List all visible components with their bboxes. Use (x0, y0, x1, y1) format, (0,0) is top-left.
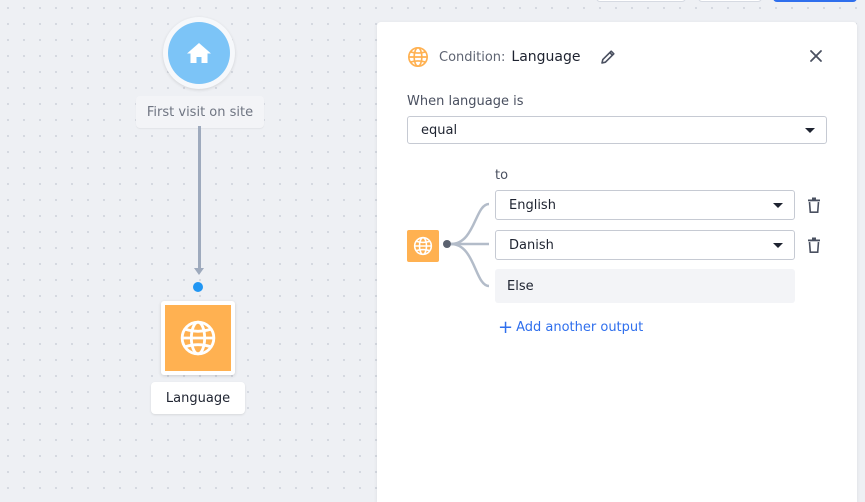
to-label: to (495, 168, 509, 183)
branch-language-icon (407, 230, 439, 262)
language-node-tile (165, 305, 231, 371)
output-select-english[interactable]: English (495, 190, 795, 220)
condition-prefix: Condition: (439, 49, 506, 65)
field-label: When language is (407, 94, 524, 109)
plus-icon: + (498, 316, 514, 338)
trigger-node[interactable] (163, 17, 235, 89)
trigger-label: First visit on site (136, 96, 264, 128)
globe-icon (408, 47, 428, 67)
toolbar-primary-button[interactable] (773, 0, 857, 2)
connector-line (198, 126, 201, 272)
close-icon[interactable] (809, 49, 823, 63)
language-node-label: Language (151, 382, 245, 414)
caret-down-icon (805, 128, 815, 133)
home-icon (187, 43, 211, 63)
condition-name: Language (511, 49, 581, 65)
add-output-button[interactable]: + Add another output (498, 316, 644, 338)
output-select-value: Danish (509, 237, 554, 253)
globe-icon (413, 236, 433, 256)
globe-icon (180, 320, 216, 356)
add-output-label: Add another output (516, 320, 644, 335)
toolbar-button-1[interactable] (596, 0, 686, 2)
delete-output-english-trash-icon[interactable] (807, 197, 821, 213)
output-select-danish[interactable]: Danish (495, 230, 795, 260)
trigger-node-circle (168, 22, 230, 84)
delete-output-danish-trash-icon[interactable] (807, 237, 821, 253)
branch-connector (443, 202, 490, 288)
connector-arrow (194, 268, 204, 275)
else-output: Else (495, 269, 795, 303)
connector-dot[interactable] (193, 282, 203, 292)
operator-select[interactable]: equal (407, 116, 827, 144)
pencil-icon[interactable] (599, 48, 617, 66)
caret-down-icon (773, 243, 783, 248)
operator-select-value: equal (421, 122, 458, 138)
condition-panel: Condition: Language When language is equ… (377, 22, 857, 502)
language-node[interactable] (161, 301, 235, 375)
caret-down-icon (773, 203, 783, 208)
panel-header: Condition: Language (407, 46, 617, 68)
output-select-value: English (509, 197, 556, 213)
toolbar-button-2[interactable] (698, 0, 762, 2)
